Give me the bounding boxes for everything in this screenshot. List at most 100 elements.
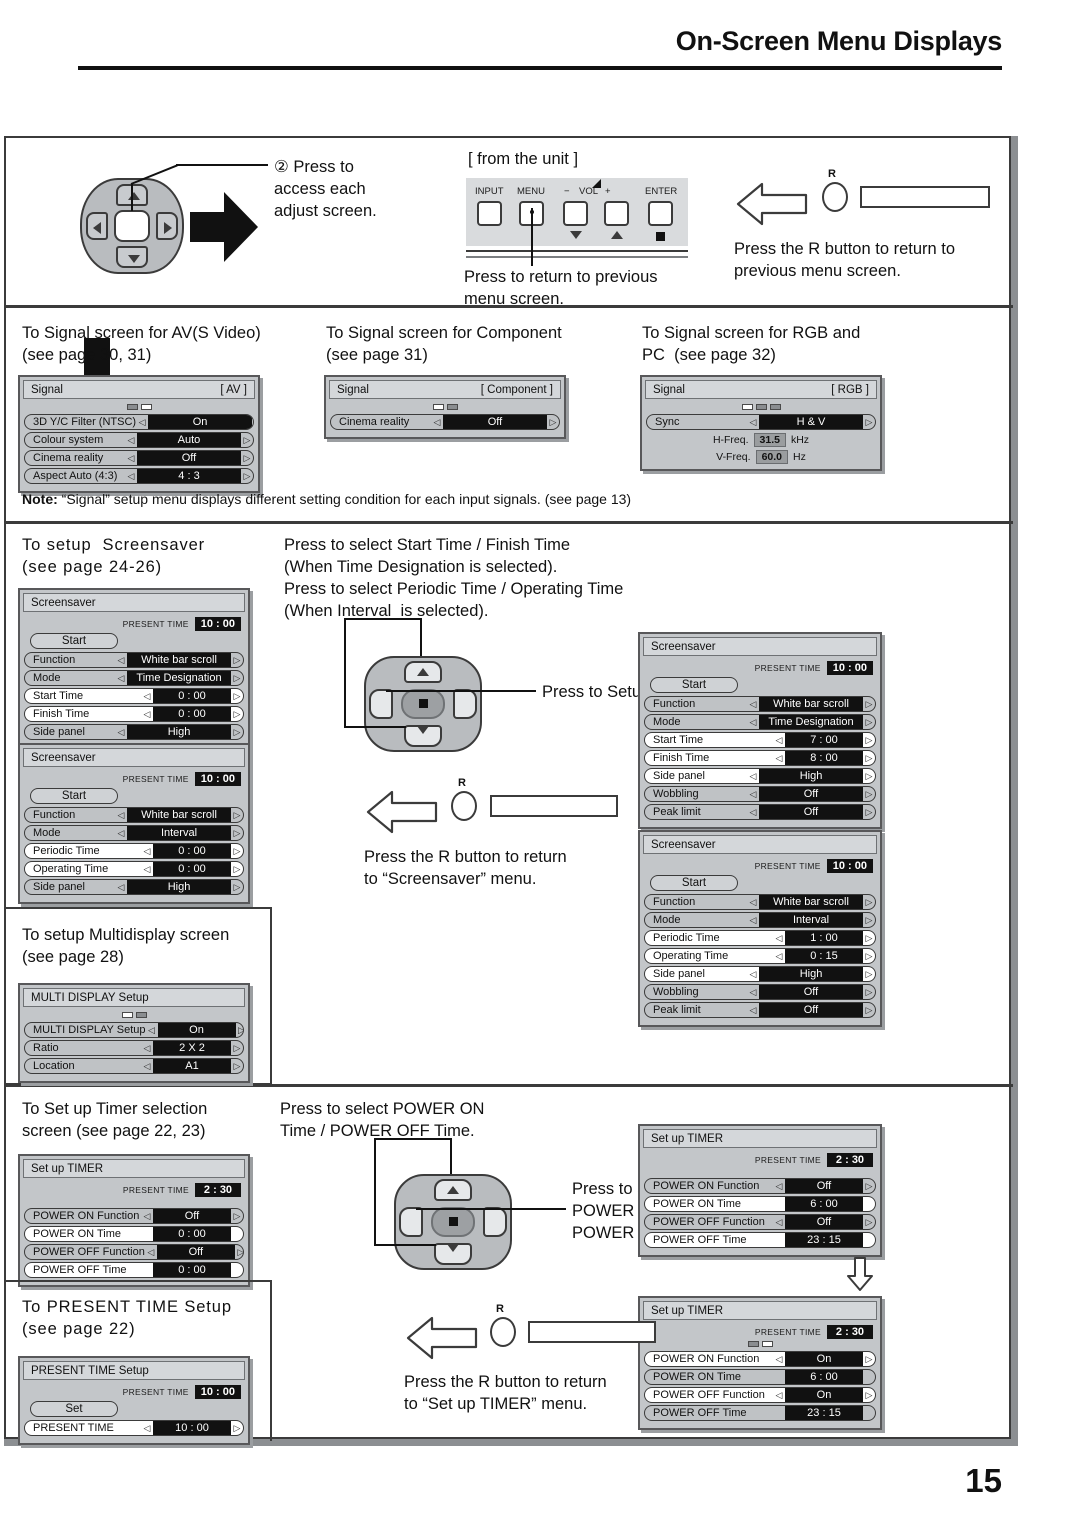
left-arrow-icon[interactable]: ◁ <box>773 753 785 764</box>
left-arrow-icon[interactable]: ◁ <box>141 1423 153 1434</box>
osd-row[interactable]: PRESENT TIME ◁ 10 : 00 ▷ <box>24 1420 244 1436</box>
input-button[interactable] <box>477 201 502 226</box>
left-arrow-icon[interactable]: ◁ <box>773 1390 785 1401</box>
right-arrow-icon[interactable]: ▷ <box>863 1181 875 1192</box>
start-button[interactable]: Start <box>650 677 738 693</box>
left-arrow-icon[interactable]: ◁ <box>146 1025 158 1036</box>
osd-row[interactable]: POWER OFF Function ◁ Off ▷ <box>644 1214 876 1230</box>
osd-row[interactable]: POWER OFF Function ◁ On ▷ <box>644 1387 876 1403</box>
left-arrow-icon[interactable]: ◁ <box>747 969 759 980</box>
right-arrow-icon[interactable]: ▷ <box>241 453 253 464</box>
osd-row[interactable]: Finish Time ◁ 8 : 00 ▷ <box>644 750 876 766</box>
osd-row[interactable]: Colour system ◁ Auto ▷ <box>24 432 254 448</box>
pad-right-button[interactable] <box>453 689 477 719</box>
left-arrow-icon[interactable]: ◁ <box>141 1061 153 1072</box>
osd-row[interactable]: MULTI DISPLAY Setup◁On▷ <box>24 1022 244 1038</box>
right-arrow-icon[interactable]: ▷ <box>863 1354 875 1365</box>
enter-button[interactable] <box>648 201 673 226</box>
pad-left-button[interactable] <box>86 212 108 240</box>
osd-row[interactable]: Mode ◁ Time Designation ▷ <box>24 670 244 686</box>
right-arrow-icon[interactable]: ▷ <box>863 1217 875 1228</box>
right-arrow-icon[interactable]: ▷ <box>231 1043 243 1054</box>
right-arrow-icon[interactable]: ▷ <box>241 435 253 446</box>
pad-right-button[interactable] <box>156 212 178 240</box>
right-arrow-icon[interactable]: ▷ <box>241 471 253 482</box>
osd-row[interactable]: Side panel ◁ High ▷ <box>644 966 876 982</box>
left-arrow-icon[interactable]: ◁ <box>115 727 127 738</box>
right-arrow-icon[interactable]: ▷ <box>252 417 253 428</box>
osd-row[interactable]: POWER OFF Time 23 : 15 <box>644 1232 876 1248</box>
osd-row[interactable]: Cinema reality ◁ Off ▷ <box>330 414 560 430</box>
pad-enter-button[interactable] <box>114 210 150 242</box>
right-arrow-icon[interactable]: ▷ <box>231 727 243 738</box>
osd-row[interactable]: Function ◁ White bar scroll ▷ <box>644 894 876 910</box>
right-arrow-icon[interactable]: ▷ <box>231 882 243 893</box>
start-button[interactable]: Start <box>30 633 118 649</box>
left-arrow-icon[interactable]: ◁ <box>773 951 785 962</box>
osd-row[interactable]: Operating Time ◁ 0 : 15 ▷ <box>644 948 876 964</box>
left-arrow-icon[interactable]: ◁ <box>747 771 759 782</box>
osd-row[interactable]: POWER OFF Function ◁ Off ▷ <box>24 1244 244 1260</box>
right-arrow-icon[interactable]: ▷ <box>231 655 243 666</box>
osd-row[interactable]: Function ◁ White bar scroll ▷ <box>24 807 244 823</box>
left-arrow-icon[interactable]: ◁ <box>141 709 153 720</box>
osd-row[interactable]: Aspect Auto (4:3) ◁ 4 : 3 ▷ <box>24 468 254 484</box>
right-arrow-icon[interactable]: ▷ <box>863 417 875 428</box>
osd-row[interactable]: Side panel ◁ High ▷ <box>24 879 244 895</box>
left-arrow-icon[interactable]: ◁ <box>747 789 759 800</box>
osd-row[interactable]: Wobbling ◁ Off ▷ <box>644 984 876 1000</box>
osd-row[interactable]: POWER ON Time 6 : 00 <box>644 1196 876 1212</box>
osd-row[interactable]: Periodic Time ◁ 0 : 00 ▷ <box>24 843 244 859</box>
left-arrow-icon[interactable]: ◁ <box>747 417 759 428</box>
osd-row[interactable]: POWER ON Function ◁ Off ▷ <box>644 1178 876 1194</box>
osd-row[interactable]: 3D Y/C Filter (NTSC) ◁ On ▷ <box>24 414 254 430</box>
left-arrow-icon[interactable]: ◁ <box>141 846 153 857</box>
right-arrow-icon[interactable]: ▷ <box>231 828 243 839</box>
right-arrow-icon[interactable]: ▷ <box>863 969 875 980</box>
left-arrow-icon[interactable]: ◁ <box>115 655 127 666</box>
osd-row[interactable]: Peak limit ◁ Off ▷ <box>644 804 876 820</box>
osd-row[interactable]: Mode ◁ Interval ▷ <box>24 825 244 841</box>
left-arrow-icon[interactable]: ◁ <box>431 417 443 428</box>
right-arrow-icon[interactable]: ▷ <box>863 717 875 728</box>
right-arrow-icon[interactable]: ▷ <box>863 735 875 746</box>
osd-row[interactable]: Function ◁ White bar scroll ▷ <box>644 696 876 712</box>
left-arrow-icon[interactable]: ◁ <box>747 1005 759 1016</box>
left-arrow-icon[interactable]: ◁ <box>125 453 137 464</box>
right-arrow-icon[interactable]: ▷ <box>231 864 243 875</box>
osd-row[interactable]: Start Time ◁ 7 : 00 ▷ <box>644 732 876 748</box>
left-arrow-icon[interactable]: ◁ <box>125 471 137 482</box>
pad-right-button[interactable] <box>483 1207 507 1237</box>
left-arrow-icon[interactable]: ◁ <box>773 933 785 944</box>
right-arrow-icon[interactable]: ▷ <box>863 789 875 800</box>
right-arrow-icon[interactable]: ▷ <box>863 1390 875 1401</box>
osd-row[interactable]: Location ◁ A1 ▷ <box>24 1058 244 1074</box>
left-arrow-icon[interactable]: ◁ <box>145 1247 157 1258</box>
set-button[interactable]: Set <box>30 1401 118 1417</box>
right-arrow-icon[interactable]: ▷ <box>231 673 243 684</box>
right-arrow-icon[interactable]: ▷ <box>231 691 243 702</box>
osd-row[interactable]: Mode ◁ Interval ▷ <box>644 912 876 928</box>
osd-row[interactable]: Start Time ◁ 0 : 00 ▷ <box>24 688 244 704</box>
left-arrow-icon[interactable]: ◁ <box>773 735 785 746</box>
osd-row[interactable]: POWER ON Time 0 : 00 <box>24 1226 244 1242</box>
osd-row[interactable]: POWER ON Time 6 : 00 <box>644 1369 876 1385</box>
right-arrow-icon[interactable]: ▷ <box>863 753 875 764</box>
osd-row[interactable]: POWER ON Function ◁ Off ▷ <box>24 1208 244 1224</box>
left-arrow-icon[interactable]: ◁ <box>141 864 153 875</box>
osd-row[interactable]: Side panel ◁ High ▷ <box>644 768 876 784</box>
r-button[interactable] <box>490 1317 516 1347</box>
osd-row[interactable]: Cinema reality ◁ Off ▷ <box>24 450 254 466</box>
right-arrow-icon[interactable]: ▷ <box>231 1061 243 1072</box>
left-arrow-icon[interactable]: ◁ <box>141 1211 153 1222</box>
left-arrow-icon[interactable]: ◁ <box>747 807 759 818</box>
osd-row[interactable]: Operating Time ◁ 0 : 00 ▷ <box>24 861 244 877</box>
right-arrow-icon[interactable]: ▷ <box>231 810 243 821</box>
left-arrow-icon[interactable]: ◁ <box>747 897 759 908</box>
right-arrow-icon[interactable]: ▷ <box>863 933 875 944</box>
vol-up-button[interactable] <box>604 201 629 226</box>
right-arrow-icon[interactable]: ▷ <box>231 1423 243 1434</box>
osd-row[interactable]: Finish Time ◁ 0 : 00 ▷ <box>24 706 244 722</box>
left-arrow-icon[interactable]: ◁ <box>773 1354 785 1365</box>
right-arrow-icon[interactable]: ▷ <box>235 1247 243 1258</box>
